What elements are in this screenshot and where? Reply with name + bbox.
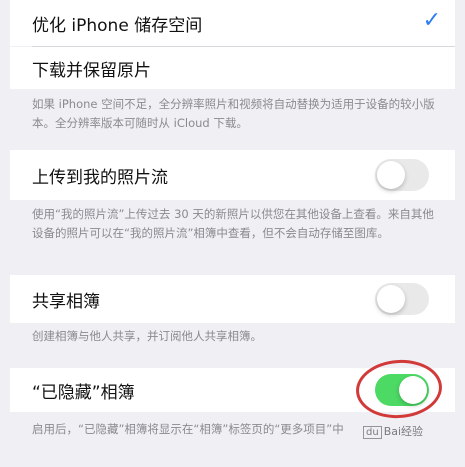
optimize-storage-label: 优化 iPhone 储存空间 <box>32 15 203 36</box>
shared-albums-label: 共享相簿 <box>32 291 100 312</box>
checkmark-icon: ✓ <box>422 8 441 33</box>
photo-stream-label: 上传到我的照片流 <box>32 167 168 188</box>
download-keep-originals-row[interactable]: 下载并保留原片 <box>10 47 455 89</box>
toggle-knob <box>377 161 405 189</box>
optimize-storage-row[interactable]: 优化 iPhone 储存空间 <box>10 0 455 46</box>
shared-albums-toggle[interactable] <box>375 283 429 315</box>
download-keep-originals-label: 下载并保留原片 <box>32 60 151 81</box>
shared-albums-footnote: 创建相簿与他人共享，并订阅他人共享相簿。 <box>32 329 262 343</box>
watermark-box: du <box>363 426 382 439</box>
storage-footnote: 如果 iPhone 空间不足，全分辨率照片和视频将自动替换为适用于设备的较小版本… <box>32 97 435 130</box>
photo-stream-toggle[interactable] <box>375 159 429 191</box>
toggle-knob <box>377 285 405 313</box>
baidu-watermark: du Bai经验 <box>363 423 423 439</box>
watermark-text: Bai经验 <box>383 425 424 438</box>
settings-screen: 优化 iPhone 储存空间 ✓ 下载并保留原片 如果 iPhone 空间不足，… <box>0 0 465 467</box>
hidden-album-label: “已隐藏”相簿 <box>32 382 135 403</box>
photo-stream-footnote: 使用“我的照片流”上传过去 30 天的新照片以供您在其他设备上查看。来自其他设备… <box>32 207 434 240</box>
